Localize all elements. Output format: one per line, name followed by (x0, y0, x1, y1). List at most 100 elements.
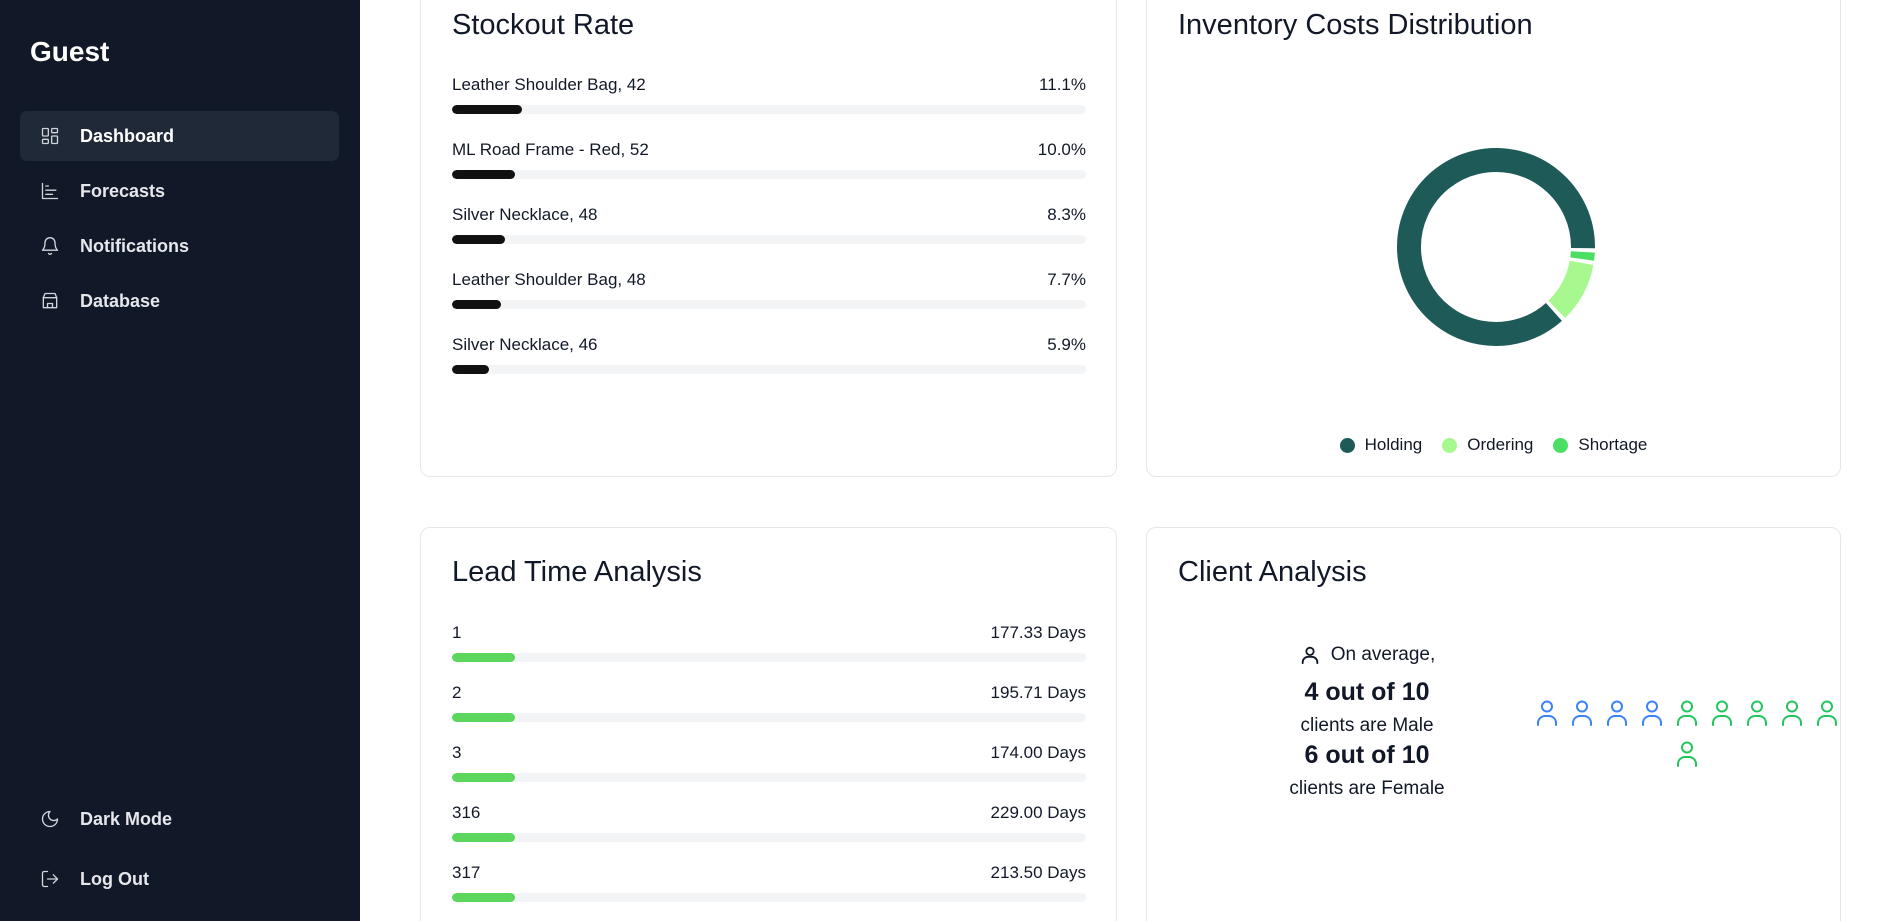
user-icon (1299, 643, 1321, 667)
lead-time-bar-fill (452, 653, 516, 662)
legend-dot (1442, 437, 1458, 453)
client-intro-row: On average, (1247, 640, 1487, 670)
male-text: clients are Male (1300, 715, 1434, 736)
lead-time-bar-value: 213.50 Days (990, 863, 1086, 882)
legend-dot (1553, 437, 1569, 453)
moon-icon (40, 809, 60, 829)
stockout-bar-value: 7.7% (1047, 270, 1086, 289)
legend-label: Holding (1364, 435, 1423, 454)
lead-time-bar-fill (452, 713, 516, 722)
stockout-rate-card: Stockout Rate Leather Shoulder Bag, 42 11… (420, 0, 1117, 477)
stockout-bar-track (452, 365, 1086, 374)
lead-time-bar-track (452, 833, 1086, 842)
sidebar: Guest Dashboard Forecasts Notifications … (0, 0, 360, 921)
female-person-icon (1815, 699, 1839, 731)
log-out-button[interactable]: Log Out (20, 854, 339, 904)
stockout-bar-track (452, 170, 1086, 179)
stockout-rate-title: Stockout Rate (452, 9, 635, 41)
logout-icon (40, 869, 60, 889)
donut-slice-ordering[interactable] (1548, 260, 1594, 318)
lead-time-bar-track (452, 893, 1086, 902)
lead-time-bar-label: 3 (452, 743, 462, 762)
female-stat: 6 out of 10 (1304, 741, 1430, 769)
stockout-bar-value: 5.9% (1047, 335, 1086, 354)
stockout-bar-track (452, 105, 1086, 114)
sidebar-item-label: Notifications (80, 235, 190, 256)
log-out-label: Log Out (80, 868, 149, 889)
client-people-chart (1527, 699, 1847, 772)
lead-time-bar-fill (452, 773, 516, 782)
lead-time-bar-fill (452, 893, 516, 902)
stockout-bar-track (452, 235, 1086, 244)
sidebar-item-label: Dashboard (80, 125, 175, 146)
store-icon (40, 291, 60, 311)
stockout-bar-fill (452, 300, 501, 309)
female-person-icon (1745, 699, 1769, 731)
dark-mode-button[interactable]: Dark Mode (20, 794, 339, 844)
dashboard-icon (40, 126, 60, 146)
stockout-bar-fill (452, 105, 523, 114)
stockout-bar-value: 11.1% (1039, 75, 1086, 94)
sidebar-item-notifications[interactable]: Notifications (20, 221, 339, 271)
client-intro: On average, (1330, 644, 1436, 665)
sidebar-item-dashboard[interactable]: Dashboard (20, 111, 339, 161)
stockout-bar-label: Leather Shoulder Bag, 48 (452, 270, 646, 289)
lead-time-title: Lead Time Analysis (452, 556, 702, 588)
male-person-icon (1535, 699, 1559, 731)
female-person-icon (1710, 699, 1734, 731)
male-stat: 4 out of 10 (1304, 678, 1430, 706)
legend-label: Shortage (1578, 435, 1648, 454)
sidebar-title: Guest (30, 36, 110, 67)
legend-dot (1339, 437, 1355, 453)
legend-label: Ordering (1467, 435, 1534, 454)
sidebar-item-database[interactable]: Database (20, 276, 339, 326)
stockout-bar-label: ML Road Frame - Red, 52 (452, 140, 649, 159)
lead-time-bar-value: 174.00 Days (990, 743, 1086, 762)
lead-time-bar-value: 177.33 Days (990, 623, 1086, 642)
lead-time-bar-track (452, 773, 1086, 782)
stockout-bar-label: Silver Necklace, 46 (452, 335, 598, 354)
client-analysis-title: Client Analysis (1178, 556, 1367, 588)
donut-slice-shortage[interactable] (1570, 251, 1595, 261)
stockout-bar-value: 8.3% (1047, 205, 1086, 224)
lead-time-bar-fill (452, 833, 516, 842)
costs-donut-chart (1397, 148, 1595, 346)
stockout-bar-track (452, 300, 1086, 309)
female-text: clients are Female (1289, 778, 1445, 799)
female-person-icon (1675, 740, 1699, 772)
stockout-bar-fill (452, 235, 505, 244)
bell-icon (40, 236, 60, 256)
client-summary: On average, 4 out of 10 clients are Male… (1247, 640, 1487, 800)
female-person-icon (1675, 699, 1699, 731)
sidebar-nav: Dashboard Forecasts Notifications Databa… (20, 111, 339, 331)
sidebar-item-label: Forecasts (80, 180, 166, 201)
male-person-icon (1605, 699, 1629, 731)
lead-time-card: Lead Time Analysis 1 177.33 Days 2 195.71 D… (420, 527, 1117, 921)
legend-holding[interactable]: Holding (1339, 435, 1423, 455)
stockout-bar-fill (452, 365, 490, 374)
lead-time-bar-label: 316 (452, 803, 481, 822)
stockout-bar-value: 10.0% (1037, 140, 1086, 159)
lead-time-bar-value: 195.71 Days (990, 683, 1086, 702)
lead-time-bar-track (452, 713, 1086, 722)
legend-ordering[interactable]: Ordering (1442, 435, 1533, 455)
legend-shortage[interactable]: Shortage (1553, 435, 1647, 455)
inventory-costs-card: Inventory Costs Distribution Holding Ord… (1146, 0, 1841, 477)
lead-time-bar-label: 2 (452, 683, 462, 702)
female-person-icon (1780, 699, 1804, 731)
inventory-costs-title: Inventory Costs Distribution (1178, 9, 1533, 41)
stockout-bar-label: Silver Necklace, 48 (452, 205, 598, 224)
chart-icon (40, 181, 60, 201)
stockout-bar-label: Leather Shoulder Bag, 42 (452, 75, 646, 94)
stockout-bar-fill (452, 170, 516, 179)
sidebar-bottom-nav: Dark Mode Log Out (20, 794, 339, 914)
dark-mode-label: Dark Mode (80, 808, 173, 829)
lead-time-bar-value: 229.00 Days (990, 803, 1086, 822)
lead-time-bar-label: 317 (452, 863, 481, 882)
sidebar-item-label: Database (80, 290, 161, 311)
male-person-icon (1640, 699, 1664, 731)
costs-legend: Holding Ordering Shortage (1147, 435, 1840, 455)
male-person-icon (1570, 699, 1594, 731)
sidebar-item-forecasts[interactable]: Forecasts (20, 166, 339, 216)
lead-time-bar-track (452, 653, 1086, 662)
